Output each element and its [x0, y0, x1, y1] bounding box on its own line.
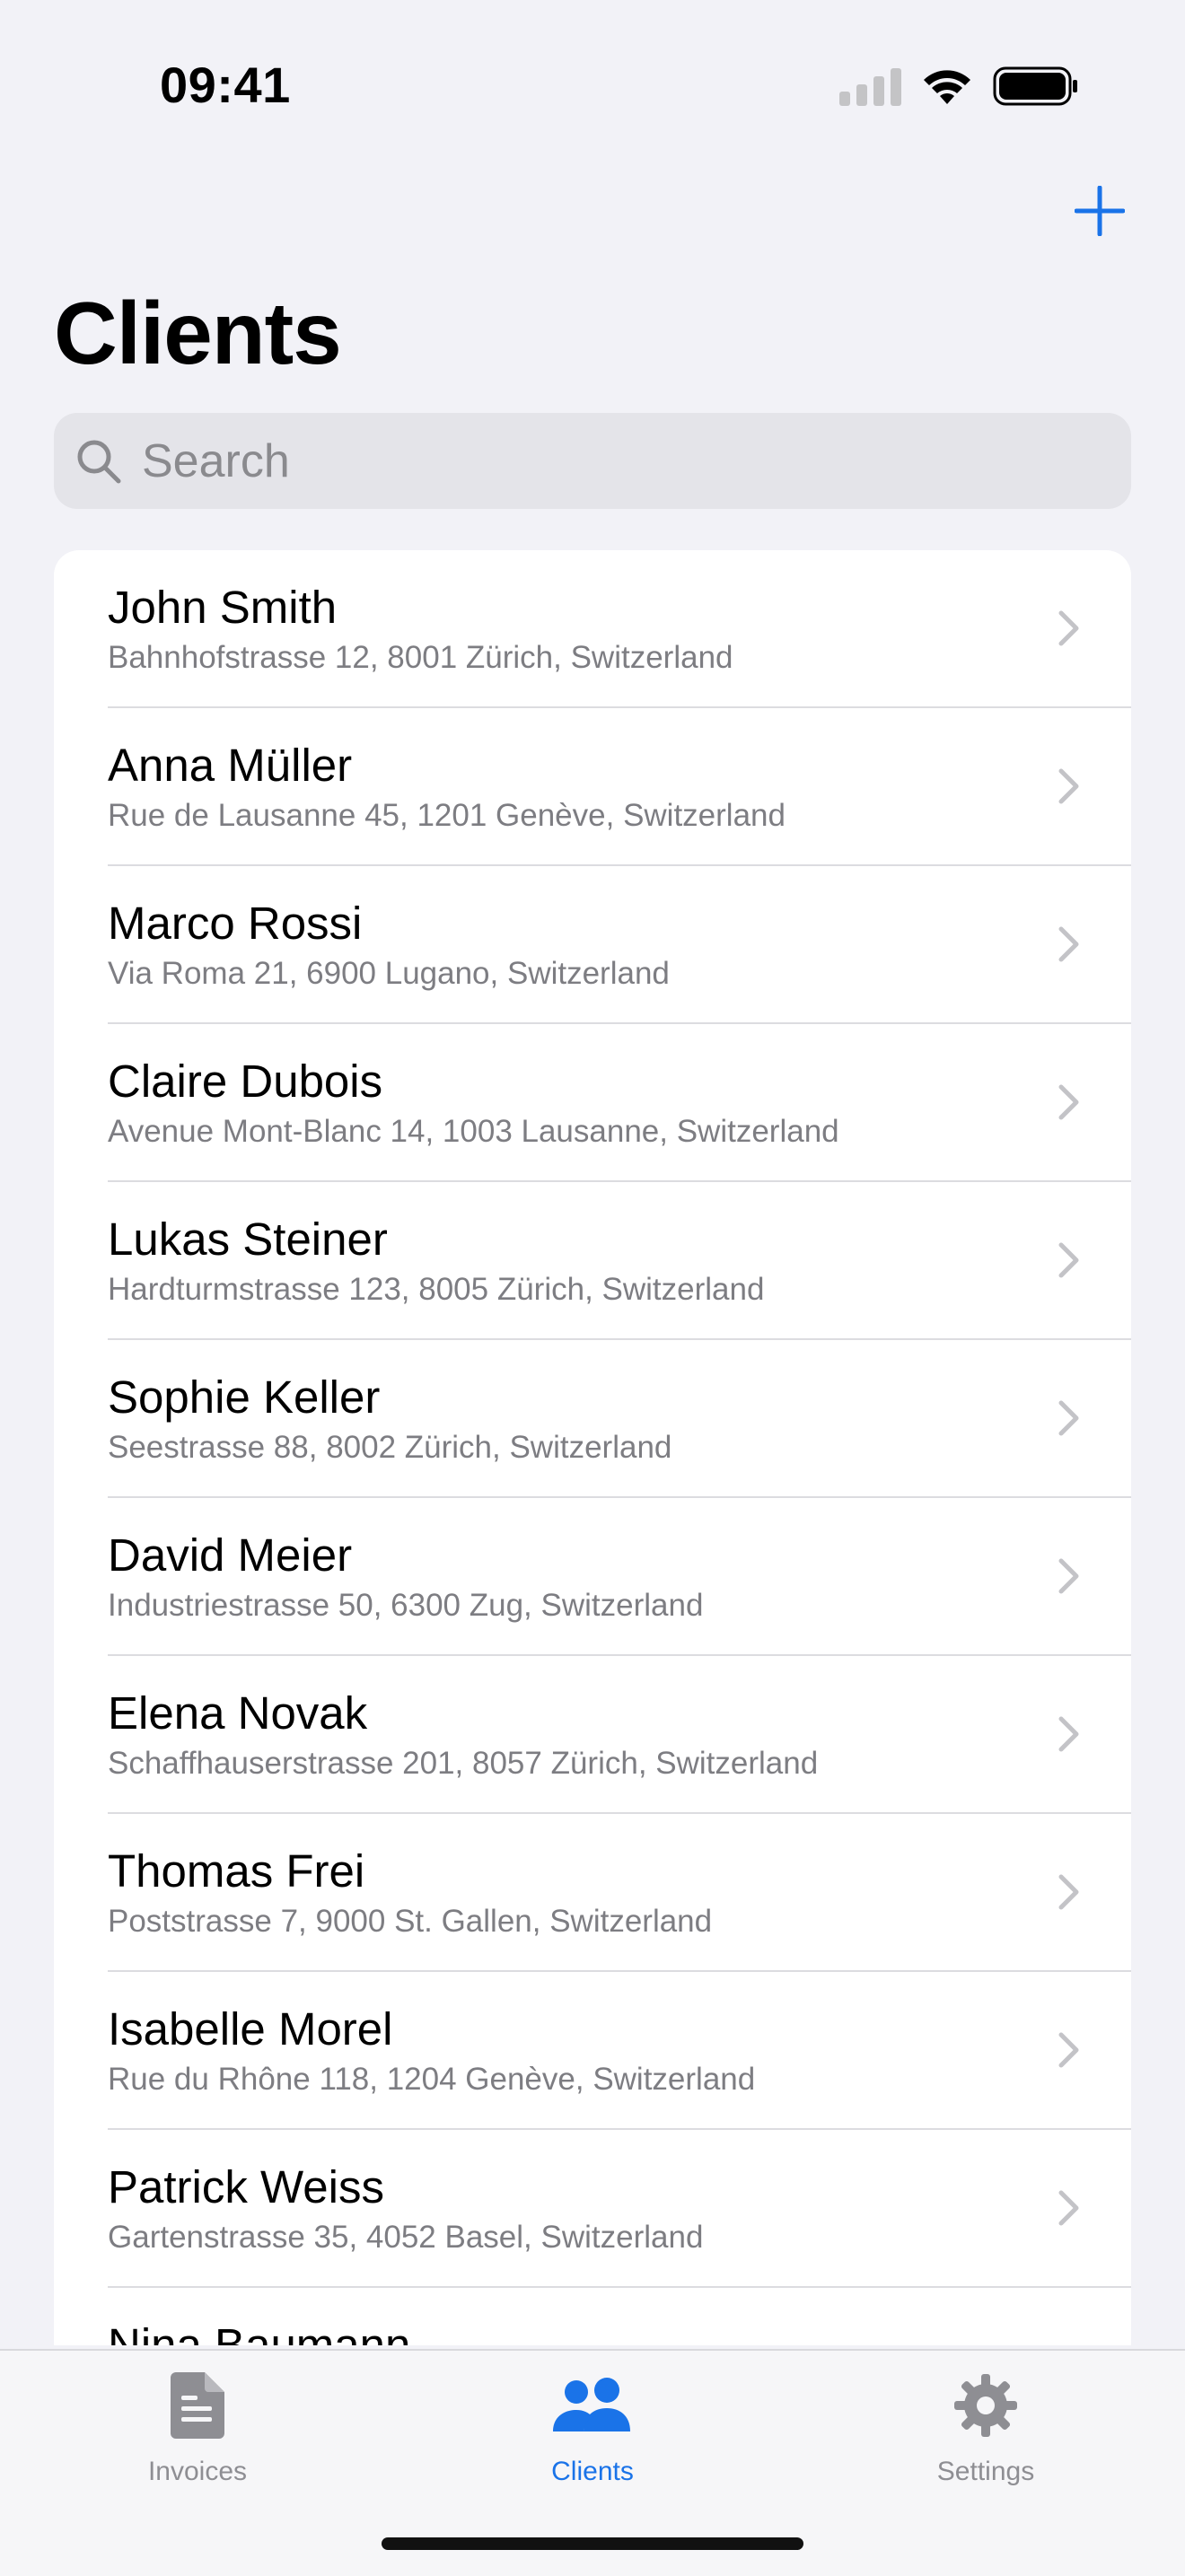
- client-name: Sophie Keller: [108, 1371, 381, 1423]
- client-name: Isabelle Morel: [108, 2003, 393, 2055]
- status-icons: [839, 63, 1079, 110]
- chevron-right-icon: [1058, 2190, 1079, 2226]
- client-name: David Meier: [108, 1529, 353, 1581]
- wifi-icon: [924, 70, 970, 104]
- client-row[interactable]: Nina Baumann: [54, 2288, 1131, 2345]
- client-name: Claire Dubois: [108, 1056, 383, 1107]
- client-row[interactable]: Sophie Keller Seestrasse 88, 8002 Zürich…: [54, 1340, 1131, 1498]
- client-name: Patrick Weiss: [108, 2161, 384, 2212]
- home-indicator: [382, 2537, 803, 2550]
- page-title: Clients: [54, 284, 342, 382]
- search-icon: [74, 436, 124, 486]
- chevron-right-icon: [1058, 1874, 1079, 1910]
- chevron-right-icon: [1058, 926, 1079, 962]
- battery-icon: [993, 66, 1077, 106]
- tab-label: Settings: [936, 2457, 1035, 2486]
- client-address: Schaffhauserstrasse 201, 8057 Zürich, Sw…: [108, 1746, 819, 1781]
- people-icon: [548, 2367, 637, 2444]
- tab-invoices[interactable]: Invoices: [63, 2367, 332, 2502]
- plus-icon: [1075, 186, 1125, 236]
- client-row[interactable]: Marco Rossi Via Roma 21, 6900 Lugano, Sw…: [54, 866, 1131, 1024]
- chevron-right-icon: [1058, 768, 1079, 804]
- client-row[interactable]: Lukas Steiner Hardturmstrasse 123, 8005 …: [54, 1182, 1131, 1340]
- client-address: Rue du Rhône 118, 1204 Genève, Switzerla…: [108, 2062, 756, 2097]
- gear-icon: [952, 2367, 1019, 2444]
- client-address: Bahnhofstrasse 12, 8001 Zürich, Switzerl…: [108, 640, 733, 675]
- client-address: Hardturmstrasse 123, 8005 Zürich, Switze…: [108, 1272, 765, 1307]
- client-address: Industriestrasse 50, 6300 Zug, Switzerla…: [108, 1588, 704, 1623]
- client-list: John Smith Bahnhofstrasse 12, 8001 Züric…: [54, 550, 1131, 2345]
- client-name: Elena Novak: [108, 1687, 368, 1739]
- client-address: Rue de Lausanne 45, 1201 Genève, Switzer…: [108, 798, 786, 833]
- status-time: 09:41: [160, 57, 291, 113]
- client-row[interactable]: Isabelle Morel Rue du Rhône 118, 1204 Ge…: [54, 1972, 1131, 2130]
- client-row[interactable]: Anna Müller Rue de Lausanne 45, 1201 Gen…: [54, 708, 1131, 866]
- chevron-right-icon: [1058, 1242, 1079, 1278]
- client-name: Thomas Frei: [108, 1845, 365, 1897]
- client-address: Via Roma 21, 6900 Lugano, Switzerland: [108, 956, 670, 991]
- client-row[interactable]: Thomas Frei Poststrasse 7, 9000 St. Gall…: [54, 1814, 1131, 1972]
- tab-label: Clients: [551, 2457, 634, 2486]
- client-address: Poststrasse 7, 9000 St. Gallen, Switzerl…: [108, 1904, 713, 1939]
- chevron-right-icon: [1058, 1400, 1079, 1436]
- search-bar[interactable]: [54, 413, 1131, 509]
- client-name: Nina Baumann: [108, 2319, 411, 2345]
- search-input[interactable]: [140, 433, 1086, 489]
- client-row[interactable]: David Meier Industriestrasse 50, 6300 Zu…: [54, 1498, 1131, 1656]
- tab-clients[interactable]: Clients: [458, 2367, 727, 2502]
- client-row[interactable]: John Smith Bahnhofstrasse 12, 8001 Züric…: [54, 550, 1131, 708]
- status-bar: 09:41: [0, 0, 1185, 171]
- client-name: Anna Müller: [108, 740, 353, 791]
- client-address: Avenue Mont-Blanc 14, 1003 Lausanne, Swi…: [108, 1114, 839, 1149]
- chevron-right-icon: [1058, 610, 1079, 646]
- client-address: Gartenstrasse 35, 4052 Basel, Switzerlan…: [108, 2220, 704, 2255]
- tab-settings[interactable]: Settings: [851, 2367, 1120, 2502]
- document-icon: [169, 2367, 226, 2444]
- add-client-button[interactable]: [1068, 180, 1131, 242]
- client-row[interactable]: Patrick Weiss Gartenstrasse 35, 4052 Bas…: [54, 2130, 1131, 2288]
- cellular-signal-icon: [839, 66, 901, 106]
- chevron-right-icon: [1058, 1558, 1079, 1594]
- client-row[interactable]: Claire Dubois Avenue Mont-Blanc 14, 1003…: [54, 1024, 1131, 1182]
- client-name: John Smith: [108, 582, 338, 633]
- client-name: Marco Rossi: [108, 898, 363, 949]
- chevron-right-icon: [1058, 2032, 1079, 2068]
- client-address: Seestrasse 88, 8002 Zürich, Switzerland: [108, 1430, 672, 1465]
- tab-label: Invoices: [147, 2457, 248, 2486]
- client-name: Lukas Steiner: [108, 1214, 388, 1265]
- client-row[interactable]: Elena Novak Schaffhauserstrasse 201, 805…: [54, 1656, 1131, 1814]
- chevron-right-icon: [1058, 1084, 1079, 1120]
- chevron-right-icon: [1058, 1716, 1079, 1752]
